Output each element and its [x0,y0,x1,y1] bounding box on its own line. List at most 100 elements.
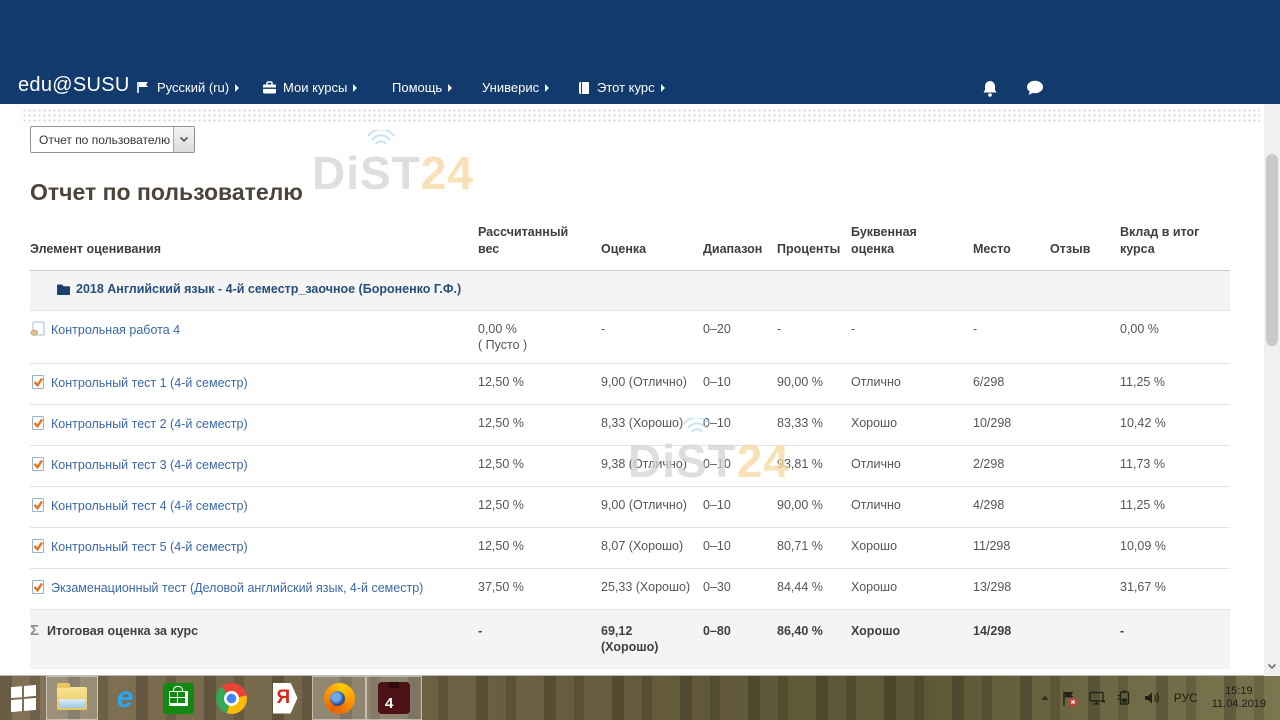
col-grade: Оценка [601,220,703,271]
firefox-button[interactable] [312,676,366,720]
letter-value: Хорошо [851,610,973,670]
rank-value: 11/298 [973,528,1050,569]
feedback-value [1050,610,1120,670]
chrome-button[interactable] [204,676,258,720]
nav-this-course-menu[interactable]: Этот курс [578,80,665,95]
folder-icon [56,283,71,300]
grade-item-link[interactable]: Контрольный тест 2 (4-й семестр) [51,417,248,431]
table-row: Контрольный тест 2 (4-й семестр) 12,50 %… [30,405,1230,446]
range-value: 0–80 [703,610,777,670]
nav-this-course-label: Этот курс [597,80,655,95]
grade-item-link[interactable]: Контрольный тест 3 (4-й семестр) [51,458,248,472]
chevron-down-icon [179,136,189,143]
taskbar-clock[interactable]: 15:19 11.04.2019 [1212,685,1270,711]
chevron-right-icon [448,84,452,92]
nav-univeris-menu[interactable]: Универис [482,80,549,95]
grade-value: 9,00 (Отлично) [601,364,703,405]
system-tray: РУС 15:19 11.04.2019 [1039,685,1280,711]
nav-language-menu[interactable]: Русский (ru) [137,80,239,95]
course-group-row: 2018 Английский язык - 4-й семестр_заочн… [30,271,1230,311]
grade-item-link[interactable]: Контрольный тест 5 (4-й семестр) [51,540,248,554]
app-4-icon: 4 [378,682,410,714]
network-icon[interactable] [1088,690,1106,706]
background-pattern [22,108,1260,122]
language-indicator[interactable]: РУС [1170,691,1202,705]
grade-item-link[interactable]: Контрольная работа 4 [51,323,180,337]
feedback-value [1050,569,1120,610]
letter-value: - [851,311,973,364]
quiz-icon [30,456,46,476]
file-explorer-button[interactable] [46,676,98,720]
feedback-value [1050,446,1120,487]
chevron-right-icon [235,84,239,92]
rank-value: 10/298 [973,405,1050,446]
nav-my-courses-label: Мои курсы [283,80,347,95]
percent-value: 84,44 % [777,569,851,610]
grade-value: 69,12 (Хорошо) [601,610,703,670]
assignment-icon [30,321,46,341]
scrollbar-down-button[interactable] [1266,659,1278,673]
feedback-value [1050,528,1120,569]
col-letter-grade: Буквенная оценка [851,220,973,271]
table-row: Контрольный тест 1 (4-й семестр) 12,50 %… [30,364,1230,405]
start-button[interactable] [0,676,46,720]
grade-item-link[interactable]: Контрольный тест 4 (4-й семестр) [51,499,248,513]
firefox-icon [324,683,355,714]
weight-value: 0,00 % [478,321,589,337]
windows-store-button[interactable] [152,676,204,720]
select-dropdown-button[interactable] [173,127,194,152]
letter-value: Хорошо [851,528,973,569]
tray-expand-icon[interactable] [1039,692,1051,704]
volume-icon[interactable] [1143,690,1160,706]
messages-button[interactable] [1026,80,1044,101]
app-4-button[interactable]: 4 [366,676,422,720]
quiz-icon [30,497,46,517]
clock-date: 11.04.2019 [1212,698,1266,711]
nav-univeris-label: Универис [482,80,539,95]
quiz-icon [30,538,46,558]
table-row: Контрольный тест 4 (4-й семестр) 12,50 %… [30,487,1230,528]
site-logo[interactable]: edu@SUSU [18,74,130,97]
grade-item-link[interactable]: Контрольный тест 1 (4-й семестр) [51,376,248,390]
weight-value: 12,50 % [478,456,589,472]
range-value: 0–10 [703,487,777,528]
action-center-icon[interactable] [1061,690,1078,707]
vertical-scrollbar[interactable] [1264,104,1280,676]
table-row: Экзаменационный тест (Деловой английский… [30,569,1230,610]
rank-value: 2/298 [973,446,1050,487]
weight-value: 12,50 % [478,497,589,513]
internet-explorer-button[interactable]: e [98,676,152,720]
weight-value: 12,50 % [478,374,589,390]
battery-icon[interactable] [1116,690,1133,706]
flag-icon [137,81,151,94]
feedback-value [1050,405,1120,446]
course-group-title: 2018 Английский язык - 4-й семестр_заочн… [76,282,461,296]
wifi-icon [364,130,398,148]
rank-value: - [973,311,1050,364]
percent-value: 83,33 % [777,405,851,446]
report-type-select[interactable]: Отчет по пользователю [30,126,195,153]
grade-value: 8,33 (Хорошо) [601,405,703,446]
col-rank: Место [973,220,1050,271]
windows-logo-icon [11,684,36,711]
contribution-value: 0,00 % [1120,311,1230,364]
scrollbar-thumb[interactable] [1266,154,1278,346]
sigma-icon: Σ [30,622,39,639]
weight-value: 37,50 % [478,579,589,595]
chevron-right-icon [353,84,357,92]
grade-report-table: Элемент оценивания Рассчитанный вес Оцен… [30,220,1230,669]
letter-value: Отлично [851,487,973,528]
quiz-icon [30,374,46,394]
internet-explorer-icon: e [117,683,134,713]
yandex-browser-button[interactable]: Я [258,676,312,720]
notifications-button[interactable] [982,80,998,102]
letter-value: Отлично [851,446,973,487]
letter-value: Отлично [851,364,973,405]
nav-help-menu[interactable]: Помощь [392,80,452,95]
range-value: 0–10 [703,446,777,487]
nav-my-courses-menu[interactable]: Мои курсы [262,80,357,95]
grade-value: - [601,311,703,364]
contribution-value: - [1120,610,1230,670]
feedback-value [1050,487,1120,528]
grade-item-link[interactable]: Экзаменационный тест (Деловой английский… [51,581,423,595]
